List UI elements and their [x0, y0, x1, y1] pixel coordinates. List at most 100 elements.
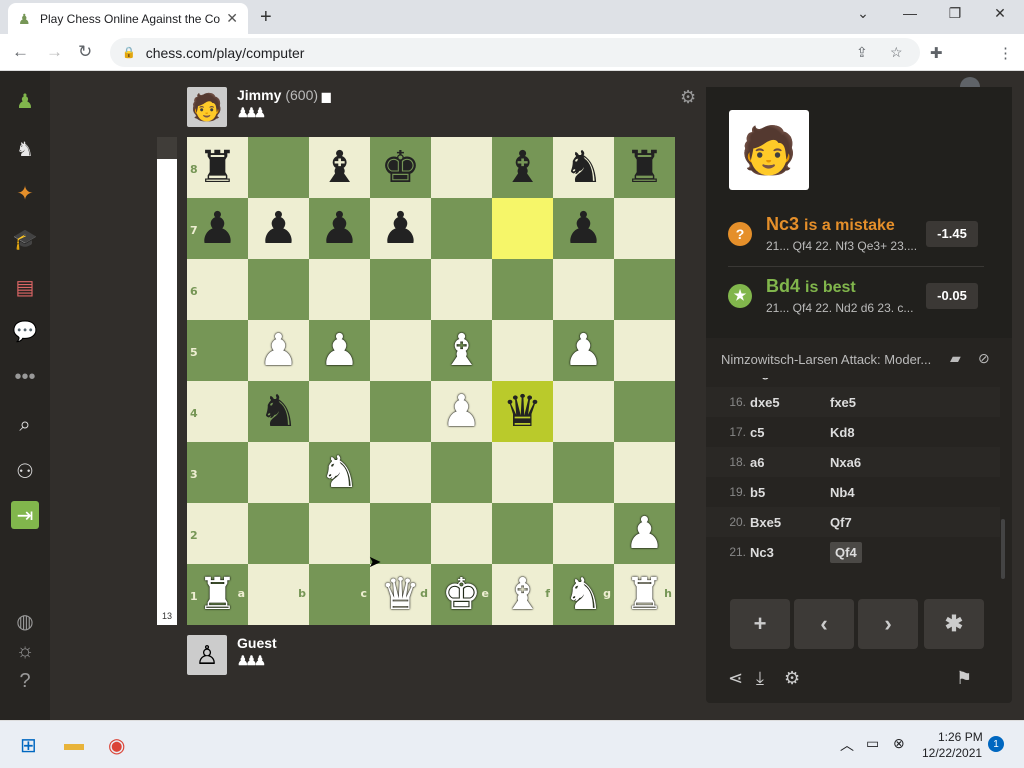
chess-board[interactable]: ♜ 8 ♝ ♚ ♝ ♞ ♜ ♟ 7 ♟ ♟ ♟ ♟ 6 5 ♟ ♟ ♝ ♟ 4 ♞ ♟ ♛ 3 ♞ 2 ♟ ♜ 1 a b c ♛ d ♚ e ♝ f ♞ g… [187, 137, 675, 625]
square-g4[interactable] [553, 381, 614, 442]
square-c3[interactable]: ♞ [309, 442, 370, 503]
square-c8[interactable]: ♝ [309, 137, 370, 198]
menu-kebab-icon[interactable]: ⋮ [998, 44, 1013, 62]
square-b8[interactable] [248, 137, 309, 198]
white-bishop-icon[interactable]: ♝ [442, 320, 481, 381]
square-h4[interactable] [614, 381, 675, 442]
reload-icon[interactable]: ↻ [78, 42, 92, 62]
share-icon[interactable]: ⇪ [856, 44, 868, 61]
file-explorer-icon[interactable]: ▬ [64, 733, 84, 756]
white-rook-icon[interactable]: ♜ [625, 564, 664, 625]
white-pawn-icon[interactable]: ♟ [625, 503, 664, 564]
url-bar[interactable]: 🔒 chess.com/play/computer ⇪ ☆ [110, 38, 920, 67]
white-move[interactable]: a6 [750, 455, 764, 470]
square-d6[interactable] [370, 259, 431, 320]
square-g1[interactable]: ♞ g [553, 564, 614, 625]
white-pawn-icon[interactable]: ♟ [564, 320, 603, 381]
theme-sun-icon[interactable]: ☼ [11, 637, 39, 665]
share-icon[interactable]: ⋖ [728, 668, 743, 689]
square-d5[interactable] [370, 320, 431, 381]
social-icon[interactable]: 💬 [11, 317, 39, 345]
language-globe-icon[interactable]: ◍ [11, 607, 39, 635]
black-knight-icon[interactable]: ♞ [259, 381, 298, 442]
square-c2[interactable] [309, 503, 370, 564]
white-move[interactable]: c5 [750, 425, 764, 440]
white-move[interactable]: b5 [750, 485, 765, 500]
black-knight-icon[interactable]: ♞ [564, 137, 603, 198]
square-d7[interactable]: ♟ [370, 198, 431, 259]
square-f8[interactable]: ♝ [492, 137, 553, 198]
clock-time[interactable]: 1:26 PM [938, 730, 983, 744]
explore-compass-icon[interactable]: ⊘ [978, 350, 990, 367]
square-e7[interactable] [431, 198, 492, 259]
white-bishop-icon[interactable]: ♝ [503, 564, 542, 625]
hint-lightbulb-button[interactable]: ✱ [924, 599, 984, 649]
square-h2[interactable]: ♟ [614, 503, 675, 564]
black-pawn-icon[interactable]: ♟ [564, 198, 603, 259]
square-d1[interactable]: ♛ d [370, 564, 431, 625]
white-knight-icon[interactable]: ♞ [564, 564, 603, 625]
square-f3[interactable] [492, 442, 553, 503]
white-move[interactable]: Nc3 [750, 545, 774, 560]
help-icon[interactable]: ? [11, 667, 39, 695]
black-rook-icon[interactable]: ♜ [198, 137, 237, 198]
tab-search-icon[interactable]: ⌄ [848, 5, 878, 22]
square-b3[interactable] [248, 442, 309, 503]
square-e2[interactable] [431, 503, 492, 564]
square-g6[interactable] [553, 259, 614, 320]
square-a6[interactable]: 6 [187, 259, 248, 320]
black-pawn-icon[interactable]: ♟ [259, 198, 298, 259]
windows-start-icon[interactable]: ⊞ [20, 733, 37, 758]
black-pawn-icon[interactable]: ♟ [381, 198, 420, 259]
square-a5[interactable]: 5 [187, 320, 248, 381]
close-window-icon[interactable]: ✕ [985, 5, 1015, 22]
square-h8[interactable]: ♜ [614, 137, 675, 198]
white-pawn-icon[interactable]: ♟ [259, 320, 298, 381]
square-d4[interactable] [370, 381, 431, 442]
black-move[interactable]: Bf8 [830, 378, 851, 380]
move-list[interactable]: 15. fxg5 Bf8 16. dxe5 fxe5 17. c5 Kd8 18. a6 Nxa6 19… [706, 378, 1012, 581]
new-tab-icon[interactable]: + [260, 6, 272, 29]
white-queen-icon[interactable]: ♛ [381, 564, 420, 625]
play-icon[interactable]: ♞ [11, 135, 39, 163]
black-queen-icon[interactable]: ♛ [503, 381, 542, 442]
square-a2[interactable]: 2 [187, 503, 248, 564]
chess-logo-icon[interactable]: ♟ [11, 87, 39, 115]
square-c6[interactable] [309, 259, 370, 320]
restore-icon[interactable]: ❐ [940, 5, 970, 22]
next-move-button[interactable]: › [858, 599, 918, 649]
search-icon[interactable]: ⌕ [11, 411, 39, 439]
square-h3[interactable] [614, 442, 675, 503]
square-g7[interactable]: ♟ [553, 198, 614, 259]
square-a1[interactable]: ♜ 1 a [187, 564, 248, 625]
square-e3[interactable] [431, 442, 492, 503]
settings-gear-icon[interactable]: ⚙ [784, 668, 800, 689]
square-c1[interactable]: c [309, 564, 370, 625]
square-h6[interactable] [614, 259, 675, 320]
square-a3[interactable]: 3 [187, 442, 248, 503]
black-move[interactable]: fxe5 [830, 395, 856, 410]
square-b5[interactable]: ♟ [248, 320, 309, 381]
opening-name[interactable]: Nimzowitsch-Larsen Attack: Moder... [721, 352, 931, 367]
white-rook-icon[interactable]: ♜ [198, 564, 237, 625]
browser-tab[interactable]: ♟ Play Chess Online Against the Co ✕ [8, 3, 248, 34]
white-knight-icon[interactable]: ♞ [320, 442, 359, 503]
square-h7[interactable] [614, 198, 675, 259]
square-g5[interactable]: ♟ [553, 320, 614, 381]
more-icon[interactable]: ••• [11, 363, 39, 391]
sign-up-icon[interactable]: ⚇ [11, 457, 39, 485]
clock-date[interactable]: 12/22/2021 [922, 746, 982, 760]
puzzles-icon[interactable]: ✦ [11, 179, 39, 207]
square-e5[interactable]: ♝ [431, 320, 492, 381]
black-king-icon[interactable]: ♚ [381, 137, 420, 198]
square-e6[interactable] [431, 259, 492, 320]
chrome-icon[interactable]: ◉ [108, 733, 125, 758]
square-b6[interactable] [248, 259, 309, 320]
square-b1[interactable]: b [248, 564, 309, 625]
square-e8[interactable] [431, 137, 492, 198]
new-game-plus-button[interactable]: + [730, 599, 790, 649]
square-g2[interactable] [553, 503, 614, 564]
move-list-scrollbar[interactable] [1001, 519, 1005, 579]
square-c4[interactable] [309, 381, 370, 442]
forward-icon[interactable]: → [46, 42, 63, 62]
